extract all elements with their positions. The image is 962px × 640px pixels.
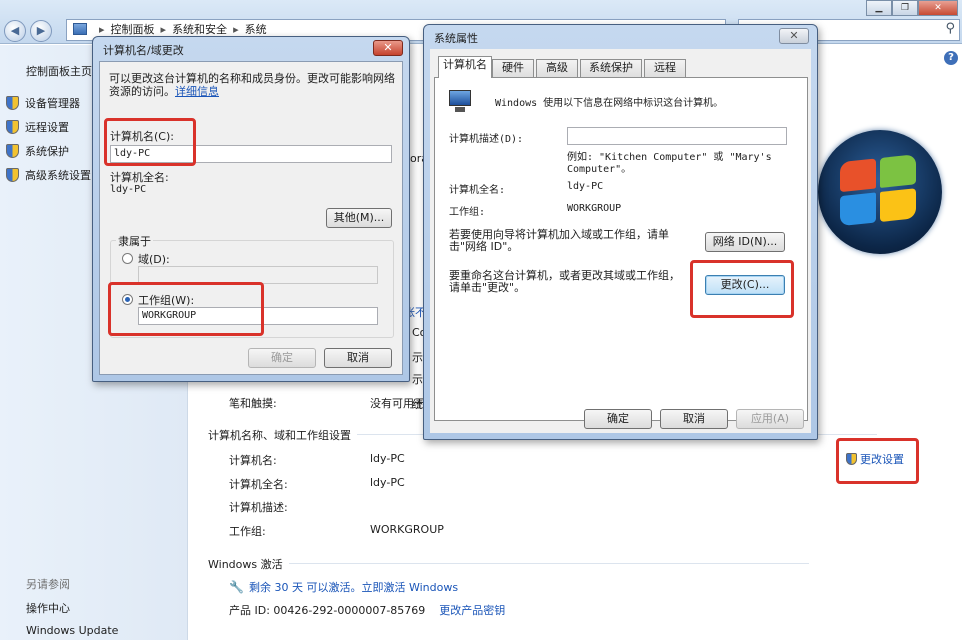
full-name-label: 计算机全名:: [110, 171, 169, 184]
control-panel-icon: [73, 23, 87, 35]
forward-button[interactable]: ▶: [30, 20, 52, 42]
shield-icon: [846, 453, 857, 465]
network-id-button[interactable]: 网络 ID(N)...: [705, 232, 785, 252]
maximize-button[interactable]: ❐: [892, 0, 918, 16]
key-icon: 🔧: [229, 580, 244, 594]
full-name-label: 计算机全名:: [449, 185, 506, 196]
ok-button[interactable]: 确定: [248, 348, 316, 368]
workgroup-radio[interactable]: [122, 294, 133, 305]
shield-icon: [6, 144, 19, 158]
minimize-button[interactable]: ▁: [866, 0, 892, 16]
row-label: 计算机描述:: [229, 501, 288, 514]
description-label: 计算机描述(D):: [449, 134, 524, 145]
dialog-description: 可以更改这台计算机的名称和成员身份。更改可能影响网络资源的访问。详细信息: [109, 72, 395, 98]
full-name-value: ldy-PC: [567, 181, 604, 192]
more-info-link[interactable]: 详细信息: [175, 85, 219, 98]
computer-name-dialog: 计算机名/域更改 ✕ 可以更改这台计算机的名称和成员身份。更改可能影响网络资源的…: [92, 36, 410, 382]
tab-system-protection[interactable]: 系统保护: [580, 59, 642, 77]
dialog-body: 可以更改这台计算机的名称和成员身份。更改可能影响网络资源的访问。详细信息 计算机…: [99, 61, 403, 375]
pen-touch-label: 笔和触摸:: [229, 397, 277, 410]
apply-button[interactable]: 应用(A): [736, 409, 804, 429]
sidebar-link-action-center[interactable]: 操作中心: [26, 600, 70, 616]
shield-icon: [6, 120, 19, 134]
sidebar-item-system-protection[interactable]: 系统保护: [6, 143, 69, 159]
computer-network-icon: [447, 90, 475, 114]
row-value: ldy-PC: [370, 452, 405, 465]
computer-name-section-title: 计算机名称、域和工作组设置: [208, 429, 877, 442]
dialog-close-button[interactable]: ✕: [779, 28, 809, 44]
back-button[interactable]: ◀: [4, 20, 26, 42]
breadcrumb-item[interactable]: 控制面板: [111, 23, 155, 36]
dialog-title: 计算机名/域更改: [103, 44, 184, 57]
row-label: 计算机全名:: [229, 478, 288, 491]
workgroup-label: 工作组:: [449, 207, 486, 218]
computer-name-label: 计算机名(C):: [110, 130, 174, 143]
change-settings-link[interactable]: 更改设置: [846, 451, 904, 467]
example-text: 例如: "Kitchen Computer" 或 "Mary's Compute…: [567, 152, 772, 175]
close-window-button[interactable]: ✕: [918, 0, 958, 16]
obscured-text: 示: [412, 351, 423, 364]
breadcrumb-item[interactable]: 系统: [245, 23, 267, 36]
row-label: 工作组:: [229, 525, 266, 538]
windows-flag-icon: [840, 154, 920, 228]
row-value: ldy-PC: [370, 476, 405, 489]
domain-label: 域(D):: [138, 253, 170, 266]
sidebar-item-remote-settings[interactable]: 远程设置: [6, 119, 69, 135]
help-icon[interactable]: ?: [944, 51, 958, 65]
pen-touch-value: 没有可用于: [370, 397, 425, 410]
tab-advanced[interactable]: 高级: [536, 59, 578, 77]
system-properties-dialog: 系统属性 ✕ 计算机名 硬件 高级 系统保护 远程 Windows 使用以下信息…: [423, 24, 818, 440]
computer-name-field[interactable]: ldy-PC: [110, 145, 392, 163]
cancel-button[interactable]: 取消: [324, 348, 392, 368]
change-button[interactable]: 更改(C)...: [705, 275, 785, 295]
rename-text: 要重命名这台计算机，或者更改其域或工作组，请单击"更改"。: [449, 269, 680, 294]
row-value: WORKGROUP: [370, 523, 444, 536]
breadcrumb-item[interactable]: 系统和安全: [172, 23, 227, 36]
obscured-text: 示: [412, 373, 423, 386]
computer-description-field[interactable]: [567, 127, 787, 145]
full-name-value: ldy-PC: [110, 184, 147, 195]
see-also-heading: 另请参阅: [26, 578, 70, 591]
member-of-label: 隶属于: [116, 233, 153, 249]
sidebar-home-link[interactable]: 控制面板主页: [26, 63, 92, 79]
intro-text: Windows 使用以下信息在网络中标识这台计算机。: [495, 98, 724, 109]
tab-remote[interactable]: 远程: [644, 59, 686, 77]
network-id-text: 若要使用向导将计算机加入域或工作组，请单击"网络 ID"。: [449, 228, 669, 253]
dialog-close-button[interactable]: ✕: [373, 40, 403, 56]
sidebar-item-advanced-settings[interactable]: 高级系统设置: [6, 167, 91, 183]
window-controls: ▁ ❐ ✕: [866, 0, 958, 16]
search-icon: ⚲: [945, 21, 955, 36]
more-button[interactable]: 其他(M)...: [326, 208, 392, 228]
domain-radio[interactable]: [122, 253, 133, 264]
workgroup-label: 工作组(W):: [138, 294, 195, 307]
tab-hardware[interactable]: 硬件: [492, 59, 534, 77]
activation-section-title: Windows 激活: [208, 558, 806, 571]
tab-computer-name[interactable]: 计算机名: [438, 56, 492, 78]
workgroup-value: WORKGROUP: [567, 203, 622, 214]
row-label: 计算机名:: [229, 454, 277, 467]
tab-panel: Windows 使用以下信息在网络中标识这台计算机。 计算机描述(D): 例如:…: [434, 77, 808, 421]
ok-button[interactable]: 确定: [584, 409, 652, 429]
cancel-button[interactable]: 取消: [660, 409, 728, 429]
shield-icon: [6, 96, 19, 110]
dialog-title: 系统属性: [434, 32, 478, 45]
change-product-key-link[interactable]: 更改产品密钥: [439, 604, 505, 617]
sidebar-item-device-manager[interactable]: 设备管理器: [6, 95, 80, 111]
shield-icon: [6, 168, 19, 182]
sidebar-link-windows-update[interactable]: Windows Update: [26, 624, 118, 637]
activation-link[interactable]: 🔧 剩余 30 天 可以激活。立即激活 Windows: [229, 579, 458, 595]
domain-field[interactable]: [138, 266, 378, 284]
workgroup-field[interactable]: WORKGROUP: [138, 307, 378, 325]
product-id: 产品 ID: 00426-292-0000007-85769 更改产品密钥: [229, 604, 506, 617]
